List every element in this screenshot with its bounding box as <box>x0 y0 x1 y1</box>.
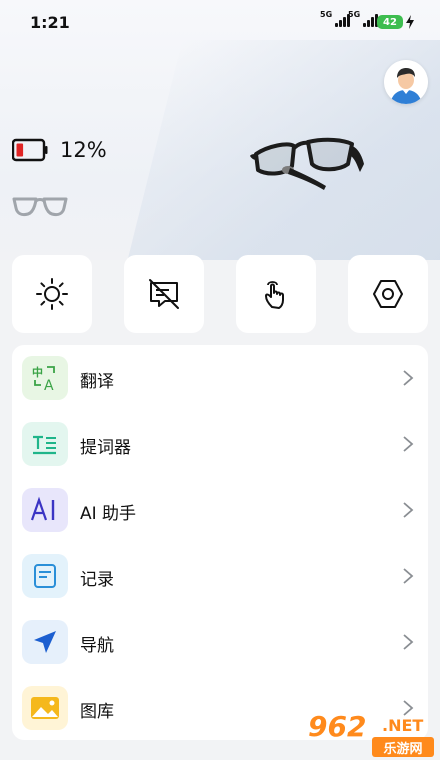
site-watermark: 962 .NET 乐游网 <box>300 708 440 760</box>
display-off-icon <box>149 279 179 309</box>
svg-text:A: A <box>44 378 54 393</box>
smart-glasses-image <box>250 137 364 190</box>
phone-battery-badge: 42 <box>377 15 403 29</box>
feature-item-navigation[interactable]: 导航 <box>12 609 428 675</box>
brightness-icon <box>36 278 68 310</box>
svg-text:中: 中 <box>32 365 43 379</box>
touch-gesture-icon <box>265 281 284 309</box>
network-type-label: 5G <box>320 10 333 19</box>
status-bar: 1:21 5G 5G 42 <box>0 0 440 46</box>
ai-assistant-icon <box>22 488 68 532</box>
feature-label: 记录 <box>80 570 114 590</box>
feature-item-ai-assistant[interactable]: AI 助手 <box>12 477 428 543</box>
teleprompter-icon <box>22 422 68 466</box>
status-time: 1:21 <box>30 13 70 32</box>
feature-label: 翻译 <box>80 372 114 392</box>
gallery-icon <box>22 686 68 730</box>
notes-icon <box>22 554 68 598</box>
device-battery-icon <box>12 138 48 162</box>
device-battery-percent: 12% <box>60 138 107 162</box>
watermark-suffix: .NET <box>382 716 424 735</box>
feature-label: 图库 <box>80 702 114 722</box>
chevron-right-icon <box>403 370 414 386</box>
chevron-right-icon <box>403 568 414 584</box>
watermark-number: 962 <box>308 710 367 743</box>
chevron-right-icon <box>403 502 414 518</box>
feature-list: 中 A 翻译 提词器 AI 助手 记录 导航 图库 <box>12 345 428 740</box>
device-battery-status: 12% <box>12 138 107 162</box>
avatar-icon <box>384 60 428 104</box>
touch-gesture-button[interactable] <box>236 255 316 333</box>
feature-label: AI 助手 <box>80 504 137 524</box>
glasses-outline-icon <box>12 197 68 217</box>
brightness-button[interactable] <box>12 255 92 333</box>
translate-icon: 中 A <box>22 356 68 400</box>
navigation-icon <box>22 620 68 664</box>
feature-item-translate[interactable]: 中 A 翻译 <box>12 345 428 411</box>
feature-label: 提词器 <box>80 438 131 458</box>
charging-bolt-icon <box>406 15 414 29</box>
watermark-subtitle: 乐游网 <box>372 737 434 757</box>
feature-label: 导航 <box>80 636 114 656</box>
chevron-right-icon <box>403 436 414 452</box>
settings-hex-icon <box>373 280 403 308</box>
cellular-signal-2-icon: 5G <box>348 10 379 27</box>
device-settings-button[interactable] <box>348 255 428 333</box>
chevron-right-icon <box>403 634 414 650</box>
display-off-button[interactable] <box>124 255 204 333</box>
feature-item-notes[interactable]: 记录 <box>12 543 428 609</box>
user-avatar-button[interactable] <box>384 60 428 104</box>
cellular-signal-1-icon: 5G <box>320 10 351 27</box>
network-type-label: 5G <box>348 10 361 19</box>
feature-item-teleprompter[interactable]: 提词器 <box>12 411 428 477</box>
